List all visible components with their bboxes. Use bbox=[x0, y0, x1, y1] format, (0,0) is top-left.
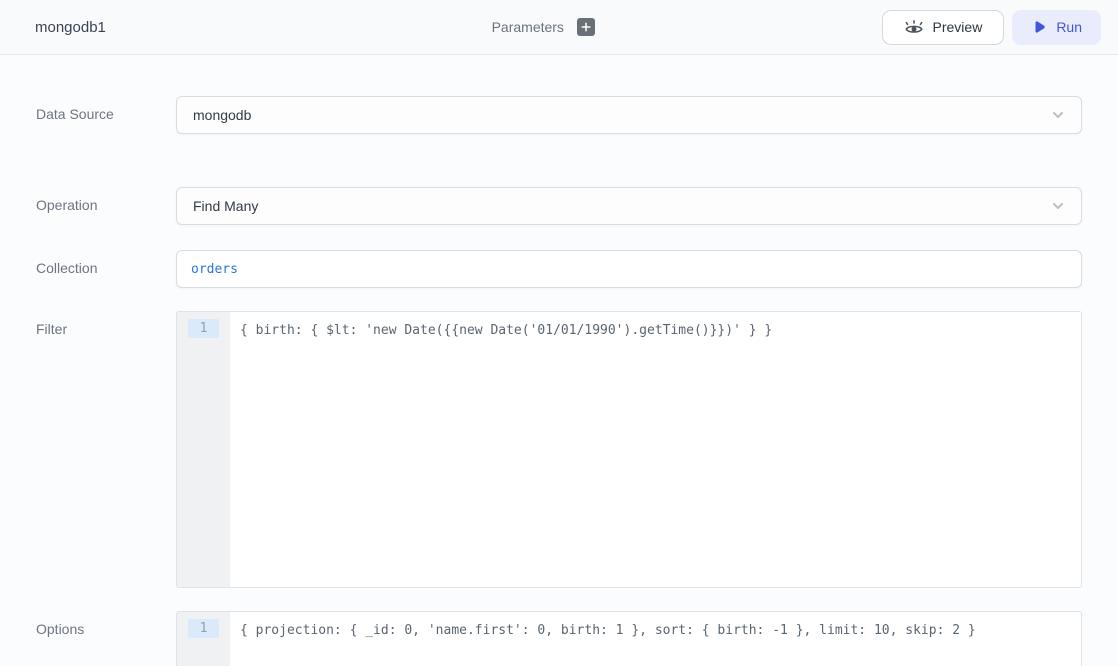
filter-gutter: 1 bbox=[177, 312, 230, 587]
run-button[interactable]: Run bbox=[1012, 10, 1101, 45]
options-row: Options 1 { projection: { _id: 0, 'name.… bbox=[36, 611, 1082, 666]
query-title: mongodb1 bbox=[35, 19, 205, 36]
plus-icon bbox=[581, 22, 591, 32]
data-source-select[interactable]: mongodb bbox=[176, 96, 1082, 134]
options-code-editor[interactable]: 1 { projection: { _id: 0, 'name.first': … bbox=[176, 611, 1082, 666]
line-number: 1 bbox=[188, 619, 219, 638]
options-label: Options bbox=[36, 611, 176, 637]
options-gutter: 1 bbox=[177, 612, 230, 666]
chevron-down-icon bbox=[1050, 107, 1066, 123]
filter-code-editor[interactable]: 1 { birth: { $lt: 'new Date({{new Date('… bbox=[176, 311, 1082, 588]
play-icon bbox=[1031, 19, 1047, 35]
eye-icon bbox=[904, 19, 924, 36]
add-parameter-button[interactable] bbox=[577, 18, 595, 36]
data-source-value: mongodb bbox=[193, 107, 251, 123]
preview-label: Preview bbox=[933, 19, 983, 35]
operation-value: Find Many bbox=[193, 198, 258, 214]
collection-label: Collection bbox=[36, 250, 176, 276]
collection-value: orders bbox=[191, 262, 238, 277]
options-code[interactable]: { projection: { _id: 0, 'name.first': 0,… bbox=[230, 612, 1081, 666]
topbar-actions: Preview Run bbox=[882, 10, 1101, 45]
run-label: Run bbox=[1056, 19, 1082, 35]
data-source-row: Data Source mongodb bbox=[36, 96, 1082, 134]
parameters-section: Parameters bbox=[205, 18, 882, 36]
collection-row: Collection orders bbox=[36, 250, 1082, 288]
operation-label: Operation bbox=[36, 187, 176, 213]
parameters-label: Parameters bbox=[492, 19, 564, 35]
operation-select[interactable]: Find Many bbox=[176, 187, 1082, 225]
collection-input[interactable]: orders bbox=[176, 250, 1082, 288]
filter-row: Filter 1 { birth: { $lt: 'new Date({{new… bbox=[36, 311, 1082, 588]
chevron-down-icon bbox=[1050, 198, 1066, 214]
operation-row: Operation Find Many bbox=[36, 187, 1082, 225]
filter-label: Filter bbox=[36, 311, 176, 337]
filter-code[interactable]: { birth: { $lt: 'new Date({{new Date('01… bbox=[230, 312, 1081, 587]
line-number: 1 bbox=[188, 319, 219, 338]
data-source-label: Data Source bbox=[36, 96, 176, 122]
preview-button[interactable]: Preview bbox=[882, 10, 1005, 45]
topbar: mongodb1 Parameters Preview bbox=[0, 0, 1118, 55]
query-editor-form: Data Source mongodb Operation Find Many bbox=[0, 55, 1118, 666]
